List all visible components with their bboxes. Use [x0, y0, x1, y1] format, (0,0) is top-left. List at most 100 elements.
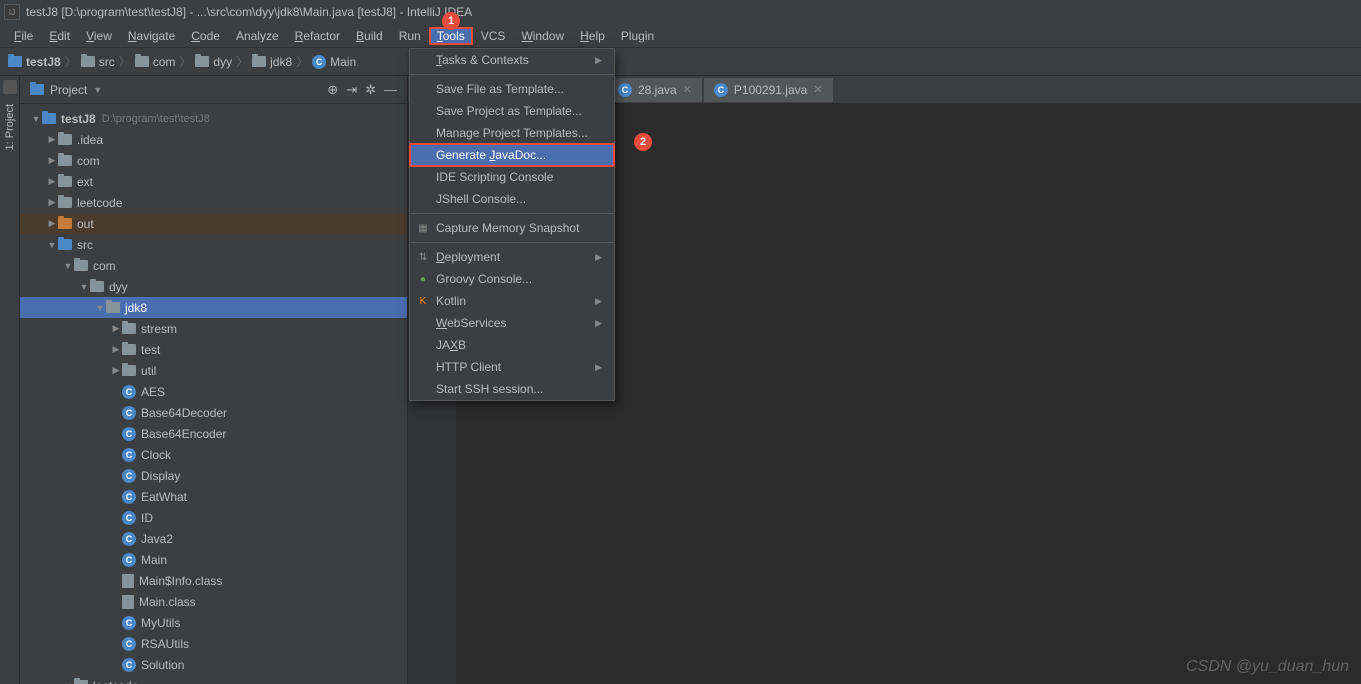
tree-row-display[interactable]: CDisplay	[20, 465, 407, 486]
tree-row-out[interactable]: ▶ out	[20, 213, 407, 234]
chevron-right-icon[interactable]: ▶	[46, 134, 58, 145]
menu-window[interactable]: Window	[513, 27, 572, 45]
tree-row-eatwhat[interactable]: CEatWhat	[20, 486, 407, 507]
menu-refactor[interactable]: Refactor	[287, 27, 348, 45]
menu-vcs[interactable]: VCS	[473, 27, 514, 45]
settings-icon[interactable]: ✲	[365, 82, 376, 98]
chevron-right-icon[interactable]: ▶	[110, 344, 122, 355]
tree-label: RSAUtils	[141, 637, 189, 651]
file-icon	[122, 595, 134, 609]
menu-item-groovy-console---[interactable]: ●Groovy Console...	[410, 268, 614, 290]
menu-item-webservices[interactable]: WebServices▶	[410, 312, 614, 334]
collapse-icon[interactable]: ⇥	[346, 82, 357, 98]
groovy-icon: ●	[416, 272, 430, 286]
tree-row-maininfoclass[interactable]: Main$Info.class	[20, 570, 407, 591]
menu-item-save-file-as-template---[interactable]: Save File as Template...	[410, 78, 614, 100]
tree-row-test[interactable]: ▶test	[20, 339, 407, 360]
chevron-right-icon[interactable]: ▶	[46, 197, 58, 208]
chevron-down-icon[interactable]: ▼	[78, 282, 90, 292]
menu-item-generate-javadoc---[interactable]: Generate JavaDoc...	[410, 144, 614, 166]
breadcrumb-separator: 〉	[296, 53, 308, 70]
dropdown-icon[interactable]: ▼	[93, 85, 102, 95]
menu-item-label: Deployment	[436, 250, 500, 264]
menu-item-jshell-console---[interactable]: JShell Console...	[410, 188, 614, 210]
tree-row-myutils[interactable]: CMyUtils	[20, 612, 407, 633]
tree-row-solution[interactable]: CSolution	[20, 654, 407, 675]
breadcrumb-item[interactable]: testJ8	[8, 55, 61, 69]
tree-row-mainclass[interactable]: Main.class	[20, 591, 407, 612]
menu-item-tasks---contexts[interactable]: Tasks & Contexts▶	[410, 49, 614, 71]
menu-code[interactable]: Code	[183, 27, 228, 45]
breadcrumb-item[interactable]: CMain	[312, 55, 356, 69]
menu-navigate[interactable]: Navigate	[120, 27, 183, 45]
close-icon[interactable]: ✕	[813, 83, 822, 96]
project-tree[interactable]: ▼testJ8D:\program\test\testJ8▶.idea▶com▶…	[20, 104, 407, 684]
menu-analyze[interactable]: Analyze	[228, 27, 287, 45]
breadcrumb-item[interactable]: dyy	[195, 55, 232, 69]
tree-row-aes[interactable]: CAES	[20, 381, 407, 402]
breadcrumb-item[interactable]: com	[135, 55, 176, 69]
menu-item-capture-memory-snapshot[interactable]: ▦Capture Memory Snapshot	[410, 217, 614, 239]
tree-row-src[interactable]: ▼src	[20, 234, 407, 255]
menu-item-http-client[interactable]: HTTP Client▶	[410, 356, 614, 378]
menu-item-manage-project-templates---[interactable]: Manage Project Templates...	[410, 122, 614, 144]
chevron-right-icon[interactable]: ▶	[46, 176, 58, 187]
editor-tab[interactable]: CP100291.java✕	[704, 78, 833, 102]
menubar: FileEditViewNavigateCodeAnalyzeRefactorB…	[0, 24, 1361, 48]
project-view-icon	[30, 84, 44, 95]
tree-row-leetcode[interactable]: ▼ leetcode	[20, 675, 407, 684]
breadcrumb-label: src	[99, 55, 115, 69]
menu-help[interactable]: Help	[572, 27, 613, 45]
tree-row-com[interactable]: ▶com	[20, 150, 407, 171]
hide-icon[interactable]: —	[384, 82, 397, 98]
menu-plugin[interactable]: Plugin	[613, 27, 662, 45]
class-icon: C	[122, 553, 136, 567]
tree-row-main[interactable]: CMain	[20, 549, 407, 570]
deploy-icon: ⇅	[416, 250, 430, 264]
breadcrumb-item[interactable]: jdk8	[252, 55, 292, 69]
project-tool-icon[interactable]	[3, 80, 17, 94]
menu-item-save-project-as-template---[interactable]: Save Project as Template...	[410, 100, 614, 122]
project-tool-label[interactable]: 1: Project	[4, 100, 16, 154]
tree-row-leetcode[interactable]: ▶leetcode	[20, 192, 407, 213]
tree-row-stresm[interactable]: ▶stresm	[20, 318, 407, 339]
tree-row-id[interactable]: CID	[20, 507, 407, 528]
breadcrumb-item[interactable]: src	[81, 55, 115, 69]
locate-icon[interactable]: ⊕	[327, 82, 338, 98]
tree-row-testj8[interactable]: ▼testJ8D:\program\test\testJ8	[20, 108, 407, 129]
tree-row-base64decoder[interactable]: CBase64Decoder	[20, 402, 407, 423]
chevron-right-icon[interactable]: ▶	[46, 155, 58, 166]
tree-row-jdk8[interactable]: ▼jdk8	[20, 297, 407, 318]
tree-row-ext[interactable]: ▶ext	[20, 171, 407, 192]
tree-row-idea[interactable]: ▶.idea	[20, 129, 407, 150]
tree-row-dyy[interactable]: ▼dyy	[20, 276, 407, 297]
chevron-right-icon[interactable]: ▶	[110, 365, 122, 376]
tree-row-rsautils[interactable]: CRSAUtils	[20, 633, 407, 654]
menu-edit[interactable]: Edit	[41, 27, 78, 45]
menu-view[interactable]: View	[78, 27, 120, 45]
chevron-right-icon[interactable]: ▶	[110, 323, 122, 334]
tree-row-clock[interactable]: CClock	[20, 444, 407, 465]
chevron-down-icon[interactable]: ▼	[62, 261, 74, 271]
menu-build[interactable]: Build	[348, 27, 391, 45]
menu-file[interactable]: File	[6, 27, 41, 45]
chevron-down-icon[interactable]: ▼	[30, 114, 42, 124]
menu-item-deployment[interactable]: ⇅Deployment▶	[410, 246, 614, 268]
close-icon[interactable]: ✕	[683, 83, 692, 96]
menu-item-ide-scripting-console[interactable]: IDE Scripting Console	[410, 166, 614, 188]
menu-run[interactable]: Run	[391, 27, 429, 45]
menu-item-kotlin[interactable]: KKotlin▶	[410, 290, 614, 312]
tree-row-java2[interactable]: CJava2	[20, 528, 407, 549]
chevron-right-icon[interactable]: ▶	[46, 218, 58, 229]
tree-label: out	[77, 217, 94, 231]
tree-label: leetcode	[93, 679, 138, 684]
chevron-down-icon[interactable]: ▼	[62, 681, 74, 684]
menu-item-start-ssh-session---[interactable]: Start SSH session...	[410, 378, 614, 400]
tree-row-util[interactable]: ▶util	[20, 360, 407, 381]
editor-tab[interactable]: C28.java✕	[608, 78, 702, 102]
tree-row-base64encoder[interactable]: CBase64Encoder	[20, 423, 407, 444]
menu-item-jaxb[interactable]: JAXB	[410, 334, 614, 356]
tree-row-com[interactable]: ▼com	[20, 255, 407, 276]
chevron-down-icon[interactable]: ▼	[46, 240, 58, 250]
chevron-down-icon[interactable]: ▼	[94, 303, 106, 313]
